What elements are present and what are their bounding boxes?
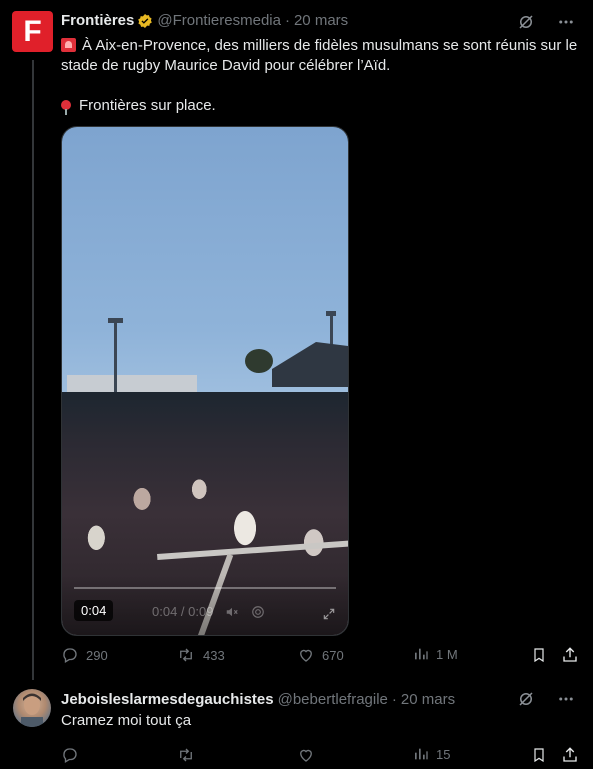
like-button[interactable]: 670	[297, 646, 344, 664]
reply-top-icons	[517, 690, 575, 708]
reply-count: 290	[86, 647, 108, 663]
pin-emoji-icon	[61, 100, 71, 115]
views-count: 1 M	[436, 646, 458, 662]
views-icon	[413, 746, 429, 762]
video-tent	[67, 375, 197, 393]
reply-header: Jeboisleslarmesdegauchistes @bebertlefra…	[61, 691, 455, 708]
video-tree	[245, 349, 273, 373]
like-count: 670	[322, 647, 344, 663]
video-player[interactable]: 0:04 / 0:09 0:04	[61, 126, 349, 636]
verified-icon	[137, 13, 153, 29]
views-button[interactable]: 1 M	[413, 646, 458, 662]
video-ghost-time: 0:04 / 0:09	[152, 604, 214, 619]
siren-emoji-icon	[61, 38, 76, 52]
grok-icon[interactable]	[517, 690, 535, 708]
share-icon	[561, 746, 579, 764]
reply-date[interactable]: 20 mars	[401, 691, 455, 708]
views-count: 15	[436, 746, 451, 762]
video-light-pole	[108, 318, 123, 402]
tweet-text-location: Frontières sur place.	[79, 97, 216, 114]
more-icon[interactable]	[557, 13, 575, 31]
like-icon	[297, 746, 315, 764]
tweet-actions: 290 433 670 1 M	[61, 646, 581, 666]
more-icon[interactable]	[557, 690, 575, 708]
avatar[interactable]	[13, 689, 51, 727]
reply-button[interactable]: 290	[61, 646, 108, 664]
bookmark-icon	[531, 646, 547, 664]
video-controls: 0:04 / 0:09	[152, 604, 265, 619]
reply-icon	[61, 646, 79, 664]
share-button[interactable]	[561, 646, 579, 664]
author-name[interactable]: Frontières	[61, 12, 134, 29]
thread-connector-line	[32, 60, 34, 680]
grok-icon[interactable]	[517, 13, 535, 31]
like-icon	[297, 646, 315, 664]
bookmark-button[interactable]	[531, 746, 547, 764]
tweet-text-line2: Frontières sur place.	[61, 96, 581, 116]
bookmark-button[interactable]	[531, 646, 547, 664]
tweet-header: Frontières @Frontieresmedia · 20 mars	[61, 12, 348, 29]
avatar[interactable]: F	[12, 11, 53, 52]
share-icon	[561, 646, 579, 664]
tweet-text: À Aix-en-Provence, des milliers de fidèl…	[61, 36, 581, 116]
tweet-text-line1: À Aix-en-Provence, des milliers de fidèl…	[61, 36, 581, 76]
tweet-text-body: À Aix-en-Provence, des milliers de fidèl…	[61, 37, 578, 74]
tweet-date[interactable]: 20 mars	[294, 12, 348, 29]
separator-dot: ·	[391, 691, 397, 708]
bookmark-icon	[531, 746, 547, 764]
repost-icon	[176, 646, 196, 664]
repost-button[interactable]: 433	[176, 646, 225, 664]
reply-button[interactable]	[61, 746, 86, 764]
repost-button[interactable]	[176, 746, 203, 764]
settings-icon[interactable]	[251, 605, 265, 619]
repost-count: 433	[203, 647, 225, 663]
like-button[interactable]	[297, 746, 322, 764]
video-time-badge: 0:04	[74, 600, 114, 621]
repost-icon	[176, 746, 196, 764]
reply-actions: 15	[61, 746, 581, 766]
avatar-letter: F	[23, 14, 42, 48]
reply-text: Cramez moi tout ça	[61, 712, 192, 729]
video-progress-bar[interactable]	[74, 587, 336, 589]
reply-icon	[61, 746, 79, 764]
expand-icon[interactable]	[322, 607, 336, 621]
views-icon	[413, 646, 429, 662]
reply-author-name[interactable]: Jeboisleslarmesdegauchistes	[61, 691, 274, 708]
views-button[interactable]: 15	[413, 746, 450, 762]
share-button[interactable]	[561, 746, 579, 764]
author-handle[interactable]: @Frontieresmedia	[157, 12, 281, 29]
mute-icon[interactable]	[225, 605, 239, 619]
reply-author-handle[interactable]: @bebertlefragile	[278, 691, 388, 708]
tweet-top-icons	[517, 13, 575, 31]
separator-dot: ·	[284, 12, 290, 29]
